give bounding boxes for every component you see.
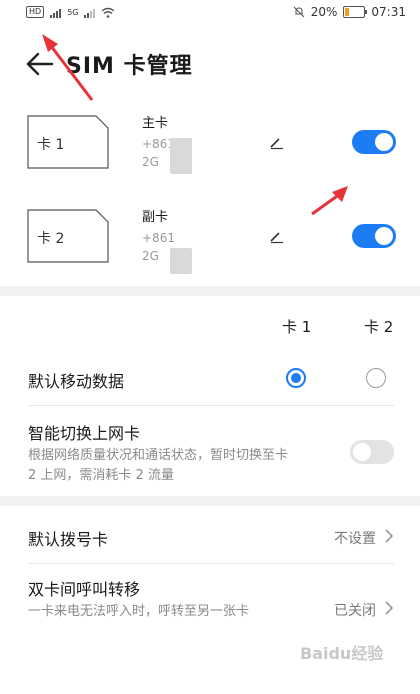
header: SIM 卡管理 — [24, 44, 193, 84]
sim-row-1: 卡 1 主卡 +861 2G — [0, 114, 420, 198]
status-right: 20% 07:31 — [293, 5, 406, 19]
back-arrow-icon[interactable] — [24, 48, 56, 80]
status-bar: HD 5G 20% 07:31 — [0, 0, 420, 26]
smart-switch-desc: 根据网络质量状况和通话状态，暂时切换至卡 2 上网，需消耗卡 2 流量 — [28, 448, 289, 483]
sim-card-2: 卡 2 — [26, 208, 110, 264]
smart-switch-toggle[interactable] — [350, 440, 394, 464]
mute-bell-icon — [293, 6, 305, 18]
sim-number: +861 — [142, 231, 175, 245]
call-forward-value[interactable]: 已关闭 — [334, 600, 376, 620]
chevron-right-icon[interactable] — [384, 601, 394, 615]
page-title: SIM 卡管理 — [66, 54, 193, 79]
sim-row-2: 卡 2 副卡 +861 2G — [0, 208, 420, 292]
clock: 07:31 — [371, 5, 406, 19]
sim-card-label: 卡 2 — [37, 231, 65, 247]
divider — [28, 563, 394, 564]
net-label: 5G — [67, 7, 79, 17]
sim-role: 副卡 — [142, 210, 169, 225]
signal-icon — [50, 7, 62, 18]
column-card-1: 卡 1 — [282, 318, 312, 336]
chevron-right-icon[interactable] — [384, 529, 394, 543]
default-dial-title[interactable]: 默认拨号卡 — [28, 526, 108, 550]
toggle-knob — [353, 443, 371, 461]
column-card-2: 卡 2 — [364, 318, 394, 336]
status-left: HD 5G — [26, 6, 115, 18]
call-forward-title[interactable]: 双卡间呼叫转移 — [28, 576, 140, 600]
section-gap — [0, 496, 420, 506]
signal-icon-2 — [84, 7, 96, 18]
sim-1-toggle[interactable] — [352, 130, 396, 154]
sim-card-1: 卡 1 — [26, 114, 110, 170]
smart-switch-title: 智能切换上网卡 — [28, 424, 141, 443]
edit-pencil-icon[interactable] — [268, 228, 284, 244]
sim-role: 主卡 — [142, 116, 169, 131]
wifi-icon — [102, 7, 115, 18]
edit-pencil-icon[interactable] — [268, 134, 284, 150]
sim-card-label: 卡 1 — [37, 137, 65, 153]
redacted-number — [170, 248, 192, 274]
toggle-knob — [375, 227, 393, 245]
hd-icon: HD — [26, 6, 45, 18]
redacted-number — [170, 138, 192, 174]
default-data-radio-card-1[interactable] — [286, 368, 306, 388]
call-forward-desc: 一卡来电无法呼入时，呼转至另一张卡 — [28, 604, 250, 619]
default-dial-value[interactable]: 不设置 — [334, 528, 376, 548]
divider — [28, 405, 394, 406]
default-data-radio-card-2[interactable] — [366, 368, 386, 388]
sim-2-toggle[interactable] — [352, 224, 396, 248]
battery-fill — [345, 8, 350, 16]
watermark: Baidu经验 — [300, 644, 384, 663]
battery-percent: 20% — [310, 5, 338, 19]
battery-icon — [343, 6, 368, 18]
toggle-knob — [375, 133, 393, 151]
default-data-title: 默认移动数据 — [28, 372, 125, 391]
section-gap — [0, 286, 420, 296]
